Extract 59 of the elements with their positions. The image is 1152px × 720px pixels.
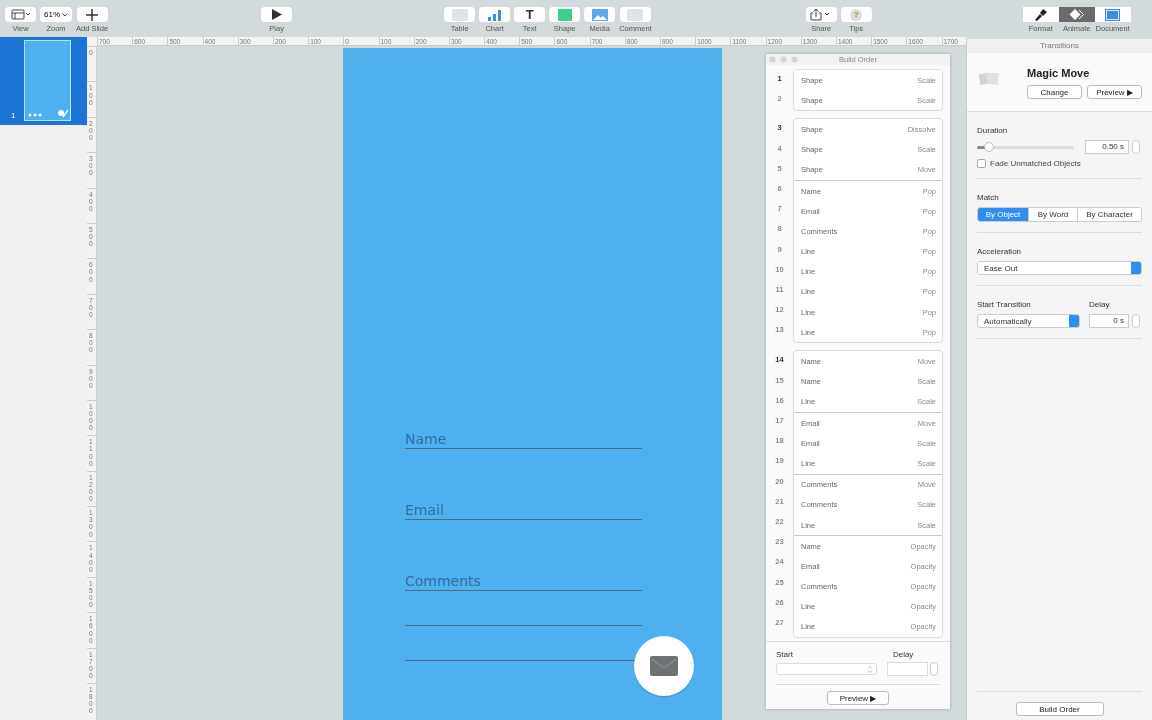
text-button[interactable]: T	[514, 7, 546, 22]
slide-thumbnail[interactable]	[24, 40, 71, 121]
view-button[interactable]	[5, 7, 36, 22]
chart-button[interactable]	[479, 7, 511, 22]
match-label: Match	[977, 193, 1000, 202]
match-option[interactable]: By Object	[978, 208, 1029, 221]
document-icon	[1105, 8, 1121, 21]
square-icon	[557, 8, 572, 21]
change-button[interactable]: Change	[1027, 85, 1082, 99]
comment-icon	[627, 8, 644, 21]
start-popup[interactable]	[776, 663, 877, 675]
diamond-icon	[1068, 9, 1085, 20]
chart-icon	[486, 8, 503, 21]
stepper[interactable]	[1132, 314, 1140, 328]
delay-label: Delay	[892, 650, 914, 659]
table-button[interactable]	[444, 7, 476, 22]
stepper-icon	[867, 664, 873, 674]
effect-name: Magic Move	[1027, 67, 1091, 79]
transition-icon	[57, 108, 68, 118]
animate-tab[interactable]	[1058, 7, 1095, 22]
delay-label: Delay	[1089, 300, 1111, 309]
document-tab[interactable]	[1094, 7, 1131, 22]
slide-navigator-row[interactable]: 1	[0, 37, 87, 125]
start-transition-popup[interactable]: Automatically	[977, 314, 1080, 328]
image-icon	[591, 8, 608, 21]
share-button[interactable]	[805, 7, 837, 22]
build-order-button[interactable]: Build Order	[1015, 702, 1104, 716]
more-icon	[28, 113, 42, 117]
plus-icon	[86, 8, 99, 21]
caret-icon	[62, 12, 68, 17]
acceleration-label: Acceleration	[977, 247, 1023, 256]
preview-button[interactable]: Preview ▶	[1087, 85, 1142, 99]
add-button[interactable]	[76, 7, 108, 22]
table-icon	[451, 8, 468, 21]
inspector-tab[interactable]: Transitions	[967, 39, 1152, 53]
comment-button[interactable]	[619, 7, 651, 22]
play-icon	[271, 9, 282, 20]
format-tab[interactable]	[1022, 7, 1059, 22]
delay-field[interactable]: 0 s	[1089, 314, 1129, 328]
acceleration-popup[interactable]: Ease Out	[977, 261, 1142, 275]
envelope-icon	[650, 656, 678, 676]
view-icon	[10, 9, 31, 20]
zoom-button[interactable]: 61%	[40, 7, 72, 22]
duration-field[interactable]: 0.50 s	[1085, 140, 1129, 154]
slide-number: 1	[11, 111, 16, 120]
stepper[interactable]	[1132, 140, 1140, 154]
media-button[interactable]	[584, 7, 616, 22]
stepper[interactable]	[930, 662, 938, 676]
preview-button[interactable]: Preview ▶	[827, 691, 889, 705]
paintbrush-icon	[1033, 8, 1048, 21]
fade-checkbox[interactable]: Fade Unmatched Objects	[977, 159, 1142, 168]
window-controls-icon	[769, 56, 799, 63]
play-button[interactable]	[261, 7, 293, 22]
shape-button[interactable]	[549, 7, 581, 22]
start-transition-label: Start Transition	[977, 300, 1032, 309]
duration-label: Duration	[977, 126, 1009, 135]
delay-field[interactable]	[887, 662, 928, 676]
slider-thumb[interactable]	[983, 141, 994, 152]
start-label: Start	[776, 650, 793, 659]
